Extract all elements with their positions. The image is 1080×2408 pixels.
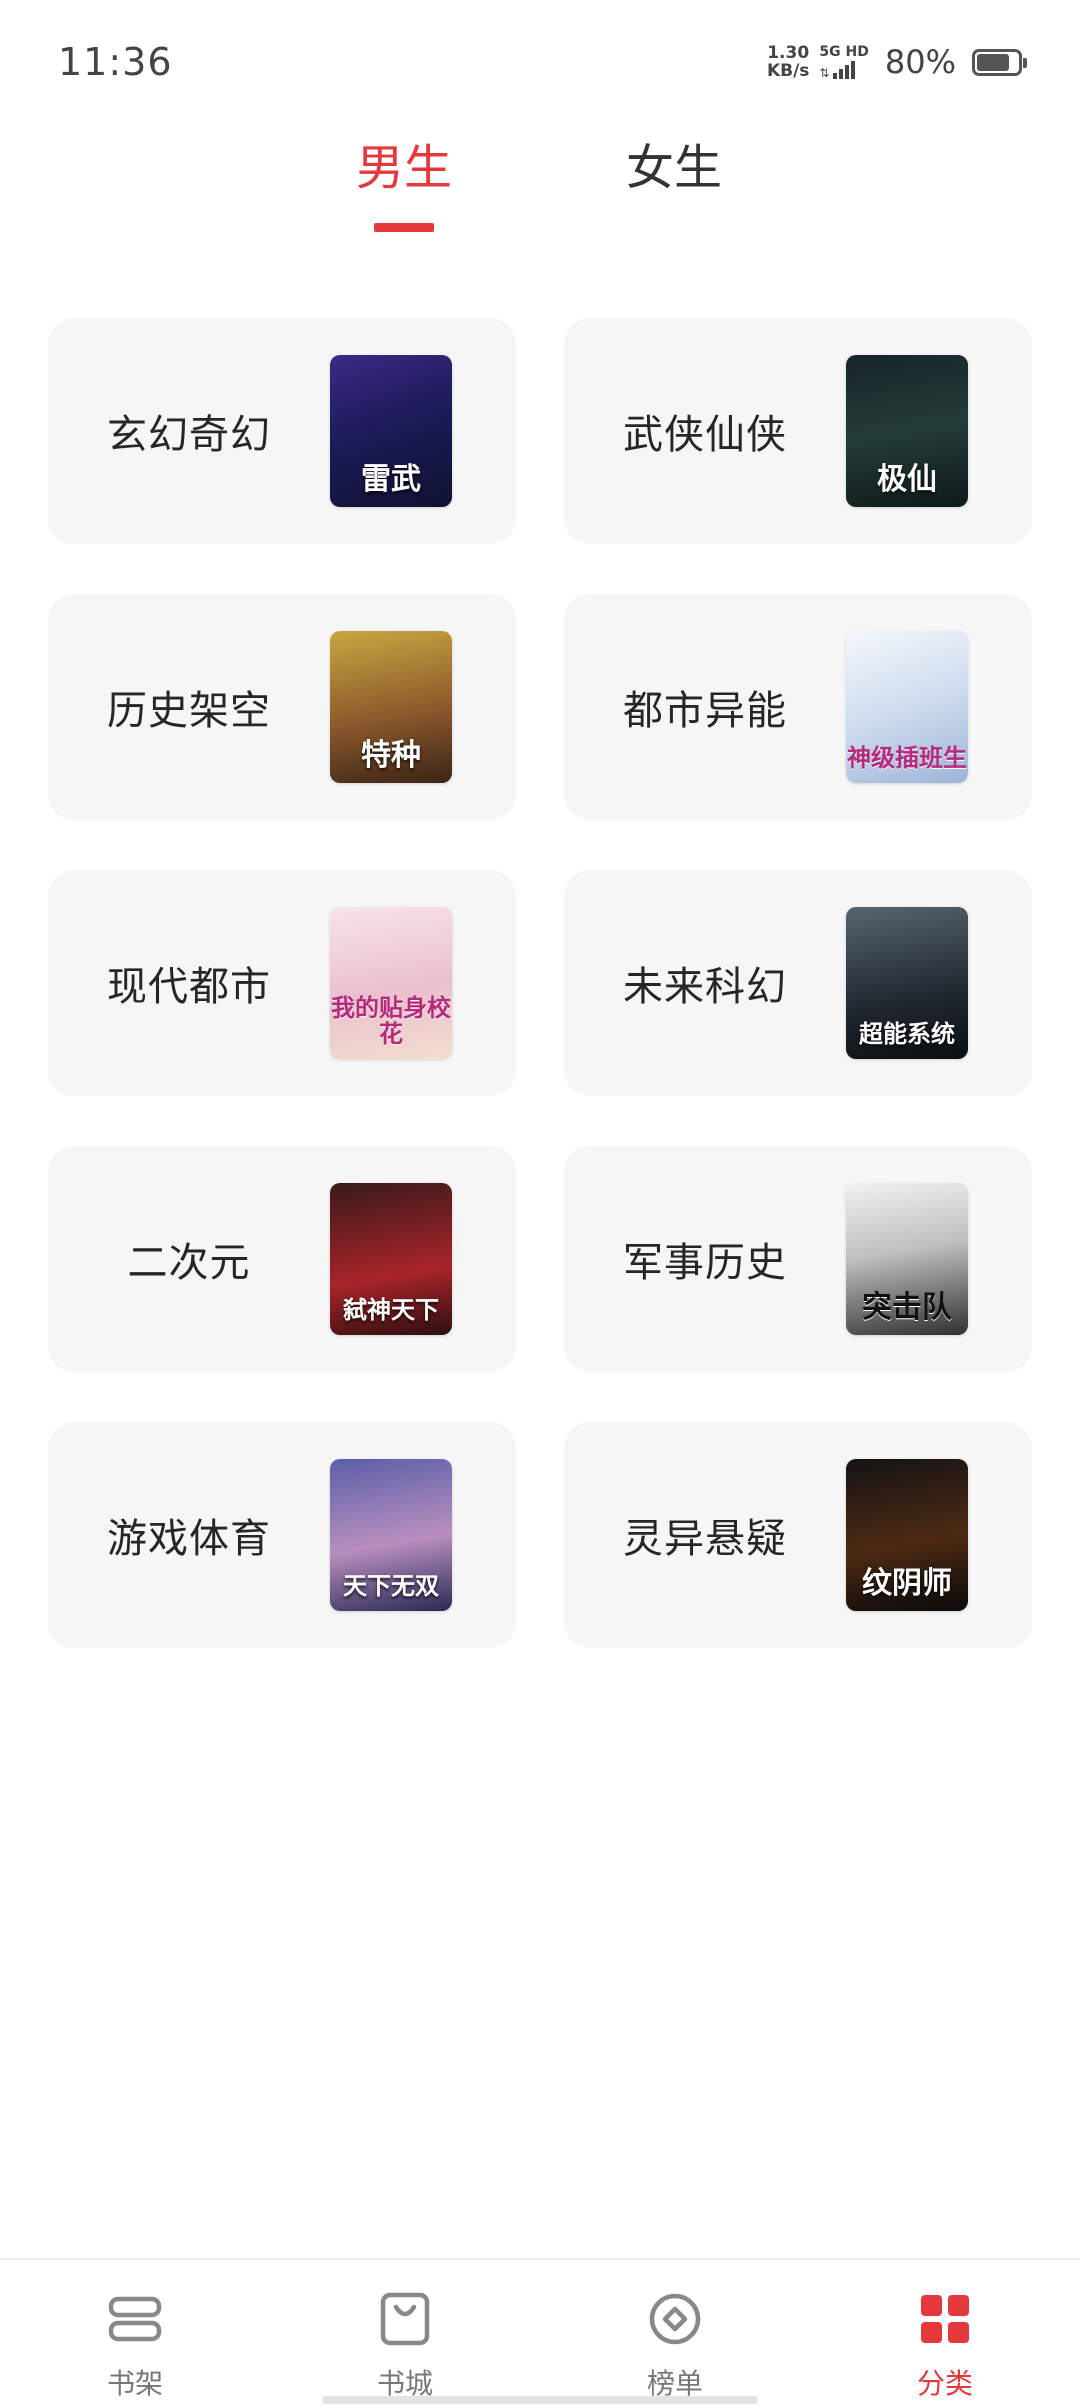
status-indicators: 1.30 KB/s 5G HD ⇅ 80%	[767, 40, 1027, 84]
status-time: 11:36	[58, 40, 173, 84]
gender-tabs: 男生 女生	[0, 128, 1080, 248]
category-name: 灵异悬疑	[623, 1516, 787, 1562]
category-card-anime[interactable]: 二次元 弑神天下	[48, 1146, 516, 1372]
book-cover-image: 突击队	[846, 1183, 968, 1335]
cover-title: 突击队	[862, 1290, 952, 1325]
battery-icon	[972, 48, 1027, 76]
tab-male[interactable]: 男生	[314, 128, 494, 238]
network-speed: 1.30 KB/s	[767, 44, 809, 80]
category-card-wuxia[interactable]: 武侠仙侠 极仙	[564, 318, 1032, 544]
category-name: 游戏体育	[107, 1516, 271, 1562]
cover-title: 极仙	[877, 462, 937, 497]
category-name: 现代都市	[107, 964, 271, 1010]
cover-title: 天下无双	[343, 1571, 439, 1600]
book-cover-image: 天下无双	[330, 1459, 452, 1611]
book-cover-image: 雷武	[330, 355, 452, 507]
cover-title: 纹阴师	[862, 1566, 952, 1601]
screen: 11:36 1.30 KB/s 5G HD ⇅ 80% 男生 女生 玄幻奇幻 雷…	[0, 0, 1080, 2408]
category-name: 历史架空	[107, 688, 271, 734]
cover-title: 超能系统	[859, 1019, 955, 1048]
book-cover-image: 极仙	[846, 355, 968, 507]
nav-bookstore[interactable]: 书城	[270, 2260, 540, 2408]
store-bag-icon	[380, 2292, 430, 2346]
cover-title: 雷武	[361, 462, 421, 497]
category-name: 军事历史	[623, 1240, 787, 1286]
category-grid: 玄幻奇幻 雷武 武侠仙侠 极仙 历史架空 特种 都市异能 神级插班生 现代都市	[48, 318, 1032, 1648]
category-grid-icon	[921, 2295, 969, 2343]
category-card-scifi[interactable]: 未来科幻 超能系统	[564, 870, 1032, 1096]
data-arrows-icon: ⇅	[819, 66, 830, 80]
bottom-nav: 书架 书城 榜单 分类	[0, 2258, 1080, 2408]
cover-title: 特种	[361, 738, 421, 773]
book-cover-image: 超能系统	[846, 907, 968, 1059]
home-indicator[interactable]	[322, 2396, 758, 2404]
battery-percent: 80%	[884, 43, 956, 81]
book-cover-image: 弑神天下	[330, 1183, 452, 1335]
book-cover-image: 纹阴师	[846, 1459, 968, 1611]
nav-category[interactable]: 分类	[810, 2260, 1080, 2408]
category-card-urban-power[interactable]: 都市异能 神级插班生	[564, 594, 1032, 820]
network-speed-unit: KB/s	[766, 61, 810, 81]
signal-icon: 5G HD ⇅	[819, 44, 869, 80]
category-name: 都市异能	[623, 688, 787, 734]
category-card-history[interactable]: 历史架空 特种	[48, 594, 516, 820]
network-type-label: 5G HD	[819, 44, 869, 60]
nav-bookshelf-label: 书架	[106, 2367, 163, 2400]
network-speed-value: 1.30	[767, 43, 810, 63]
cover-title: 我的贴身校花	[331, 993, 451, 1048]
tab-male-label: 男生	[355, 140, 452, 196]
cover-title: 弑神天下	[343, 1295, 439, 1324]
category-card-supernatural[interactable]: 灵异悬疑 纹阴师	[564, 1422, 1032, 1648]
category-card-military[interactable]: 军事历史 突击队	[564, 1146, 1032, 1372]
category-name: 二次元	[127, 1240, 251, 1286]
tab-female[interactable]: 女生	[584, 128, 764, 238]
cover-title: 神级插班生	[847, 743, 967, 772]
category-name: 武侠仙侠	[623, 412, 787, 458]
category-name: 未来科幻	[623, 964, 787, 1010]
active-tab-indicator	[374, 223, 434, 232]
nav-bookshelf[interactable]: 书架	[0, 2260, 270, 2408]
book-cover-image: 我的贴身校花	[330, 907, 452, 1059]
category-card-game-sports[interactable]: 游戏体育 天下无双	[48, 1422, 516, 1648]
nav-ranking[interactable]: 榜单	[540, 2260, 810, 2408]
status-bar: 11:36 1.30 KB/s 5G HD ⇅ 80%	[0, 0, 1080, 130]
book-cover-image: 神级插班生	[846, 631, 968, 783]
category-name: 玄幻奇幻	[107, 412, 271, 458]
signal-bars-icon	[833, 61, 856, 79]
tab-female-label: 女生	[625, 140, 722, 196]
category-card-modern-urban[interactable]: 现代都市 我的贴身校花	[48, 870, 516, 1096]
ranking-icon	[649, 2293, 701, 2345]
battery-fill	[977, 53, 1009, 71]
category-card-xuanhuan[interactable]: 玄幻奇幻 雷武	[48, 318, 516, 544]
nav-category-label: 分类	[916, 2367, 973, 2400]
bookshelf-icon	[108, 2296, 162, 2342]
book-cover-image: 特种	[330, 631, 452, 783]
